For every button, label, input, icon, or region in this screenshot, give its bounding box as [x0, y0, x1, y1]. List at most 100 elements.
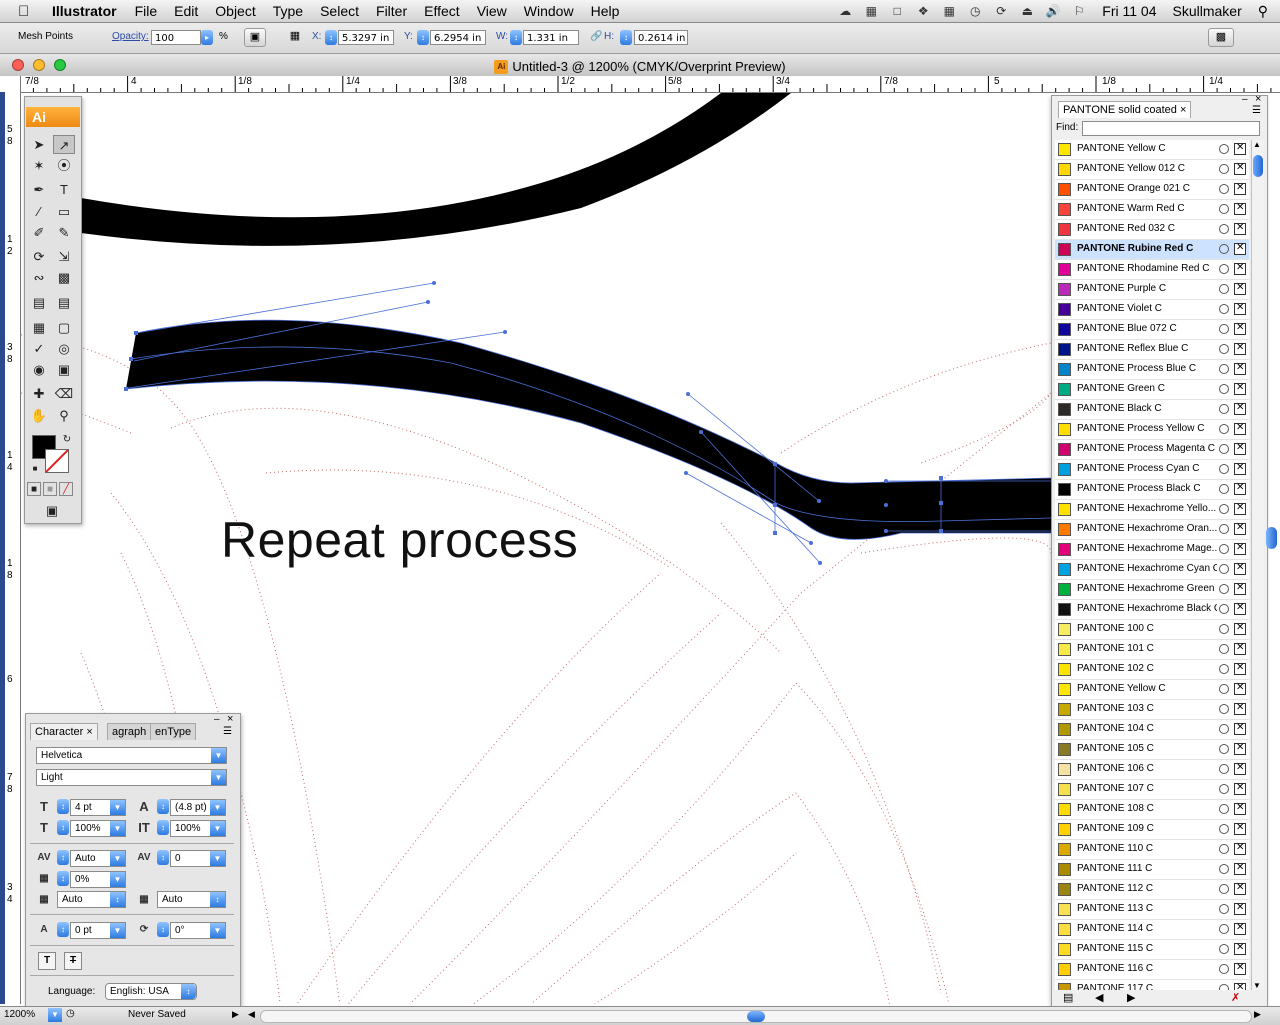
vertical-scale-spinner[interactable]: ↕	[157, 820, 169, 835]
panel-menu-icon[interactable]: ☰	[223, 726, 232, 737]
scroll-down-icon[interactable]: ▼	[1253, 981, 1261, 990]
hand-tool-icon[interactable]: ✋	[28, 406, 50, 425]
swatch-row[interactable]: PANTONE Blue 072 C	[1055, 320, 1249, 340]
swatch-row[interactable]: PANTONE Green C	[1055, 380, 1249, 400]
y-spinner[interactable]: ↕	[417, 30, 429, 45]
magic-wand-tool-icon[interactable]: ✶	[28, 156, 50, 175]
swatch-row[interactable]: PANTONE 109 C	[1055, 820, 1249, 840]
eyedropper-tool-icon[interactable]: ✓	[28, 339, 50, 358]
menu-object[interactable]: Object	[215, 3, 255, 19]
swatch-row[interactable]: PANTONE 110 C	[1055, 840, 1249, 860]
script-icon[interactable]: □	[888, 3, 906, 19]
font-size-field[interactable]: 4 pt ▼	[70, 799, 126, 816]
h-spinner[interactable]: ↕	[620, 30, 632, 45]
symbol-sprayer-tool-icon[interactable]: ▤	[28, 293, 50, 312]
swatch-row[interactable]: PANTONE Reflex Blue C	[1055, 340, 1249, 360]
swatch-row[interactable]: PANTONE 107 C	[1055, 780, 1249, 800]
slice-tool-icon[interactable]: ✚	[28, 384, 50, 403]
swatch-row[interactable]: PANTONE Yellow C	[1055, 680, 1249, 700]
swatch-row[interactable]: PANTONE 117 C	[1055, 980, 1249, 990]
swatch-row[interactable]: PANTONE 106 C	[1055, 760, 1249, 780]
time-machine-icon[interactable]: ◷	[966, 3, 984, 19]
menu-select[interactable]: Select	[320, 3, 359, 19]
live-paint-tool-icon[interactable]: ◉	[28, 360, 50, 379]
menu-window[interactable]: Window	[524, 3, 574, 19]
swatch-row[interactable]: PANTONE 103 C	[1055, 700, 1249, 720]
leading-spinner[interactable]: ↕	[157, 799, 169, 814]
swatch-row[interactable]: PANTONE Violet C	[1055, 300, 1249, 320]
swatch-row[interactable]: PANTONE 102 C	[1055, 660, 1249, 680]
transform-reference-icon[interactable]: ▦	[284, 28, 306, 47]
character-rotation-spinner[interactable]: ↕	[157, 922, 169, 937]
free-transform-tool-icon[interactable]: ▩	[53, 268, 75, 287]
panel-close-icon[interactable]: ×	[227, 713, 233, 725]
baseline-shift-spinner[interactable]: ↕	[57, 922, 69, 937]
swatch-row[interactable]: PANTONE 105 C	[1055, 740, 1249, 760]
tsume-field[interactable]: 0% ▼	[70, 871, 126, 888]
zoom-dropdown[interactable]: ▼	[48, 1008, 62, 1022]
spaces-icon[interactable]: ▦	[940, 3, 958, 19]
swatch-row[interactable]: PANTONE Hexachrome Oran...	[1055, 520, 1249, 540]
status-options-icon[interactable]: ◷	[66, 1008, 75, 1019]
type-tool-icon[interactable]: T	[53, 180, 75, 199]
w-field[interactable]: 1.331 in	[523, 30, 579, 45]
aki-left-select[interactable]: Auto ↕	[57, 891, 126, 908]
vertical-scale-field[interactable]: 100% ▼	[170, 820, 226, 837]
swatch-row[interactable]: PANTONE 115 C	[1055, 940, 1249, 960]
underline-button[interactable]: T	[38, 952, 56, 970]
mesh-tool-icon[interactable]: ▦	[28, 318, 50, 337]
kerning-field[interactable]: Auto ▼	[70, 850, 126, 867]
gradient-mode-icon[interactable]: ■	[43, 482, 57, 496]
control-panel-menu-icon[interactable]: ▩	[1208, 28, 1234, 47]
color-mode-icon[interactable]: ■	[27, 482, 41, 496]
next-library-icon[interactable]: ▶	[1127, 991, 1135, 1004]
swatch-list[interactable]: PANTONE Yellow C PANTONE Yellow 012 C PANT…	[1055, 140, 1249, 990]
language-select[interactable]: English: USA ↕	[105, 983, 197, 1000]
scrollbar-thumb[interactable]	[747, 1011, 765, 1022]
panel-collapse-icon[interactable]: –	[1242, 94, 1248, 105]
panel-menu-icon[interactable]: ☰	[1252, 105, 1261, 116]
app-tray-icon[interactable]: ▦	[862, 3, 880, 19]
swatch-row[interactable]: PANTONE 113 C	[1055, 900, 1249, 920]
none-mode-icon[interactable]: ╱	[59, 482, 73, 496]
blend-tool-icon[interactable]: ◎	[53, 339, 75, 358]
font-size-spinner[interactable]: ↕	[57, 799, 69, 814]
swatch-row[interactable]: PANTONE 104 C	[1055, 720, 1249, 740]
swatch-row[interactable]: PANTONE Warm Red C	[1055, 200, 1249, 220]
swatch-libraries-icon[interactable]: ▤	[1063, 991, 1073, 1004]
warp-tool-icon[interactable]: ∾	[28, 268, 50, 287]
horizontal-scale-field[interactable]: 100% ▼	[70, 820, 126, 837]
tab-paragraph[interactable]: agraph	[107, 723, 152, 740]
swatch-row[interactable]: PANTONE Yellow 012 C	[1055, 160, 1249, 180]
swatch-row[interactable]: PANTONE Hexachrome Black C	[1055, 600, 1249, 620]
selected-mesh-shape[interactable]	[126, 320, 1051, 540]
x-spinner[interactable]: ↕	[325, 30, 337, 45]
stroke-swatch[interactable]	[45, 449, 69, 473]
font-family-select[interactable]: Helvetica ▼	[36, 747, 227, 764]
panel-close-icon[interactable]: ×	[1255, 93, 1261, 105]
swatch-row[interactable]: PANTONE Hexachrome Yello...	[1055, 500, 1249, 520]
status-menu-arrow-icon[interactable]: ▶	[232, 1009, 239, 1020]
rotate-tool-icon[interactable]: ⟳	[28, 247, 50, 266]
line-tool-icon[interactable]: ∕	[28, 202, 50, 221]
rectangle-tool-icon[interactable]: ▭	[53, 202, 75, 221]
clock[interactable]: Fri 11 04	[1102, 3, 1156, 19]
find-field[interactable]	[1082, 121, 1260, 136]
app-menu[interactable]: Illustrator	[52, 3, 117, 19]
scroll-right-icon[interactable]: ▶	[1254, 1009, 1261, 1020]
swatch-row[interactable]: PANTONE 111 C	[1055, 860, 1249, 880]
canvas-text-repeat-process[interactable]: Repeat process	[221, 511, 578, 569]
eraser-tool-icon[interactable]: ⌫	[53, 384, 75, 403]
swatch-row[interactable]: PANTONE Red 032 C	[1055, 220, 1249, 240]
zoom-window-button[interactable]	[54, 59, 66, 71]
paintbrush-tool-icon[interactable]: ✐	[28, 223, 50, 242]
menu-filter[interactable]: Filter	[376, 3, 407, 19]
refresh-icon[interactable]: ⟳	[992, 3, 1010, 19]
spotlight-icon[interactable]: ⚲	[1258, 3, 1268, 20]
tab-opentype[interactable]: enType	[150, 723, 197, 740]
constrain-link-icon[interactable]: 🔗	[590, 31, 602, 42]
swatch-row[interactable]: PANTONE 101 C	[1055, 640, 1249, 660]
swatch-row[interactable]: PANTONE 108 C	[1055, 800, 1249, 820]
swatch-row[interactable]: PANTONE Black C	[1055, 400, 1249, 420]
swap-fill-stroke-icon[interactable]: ↻	[61, 430, 73, 449]
